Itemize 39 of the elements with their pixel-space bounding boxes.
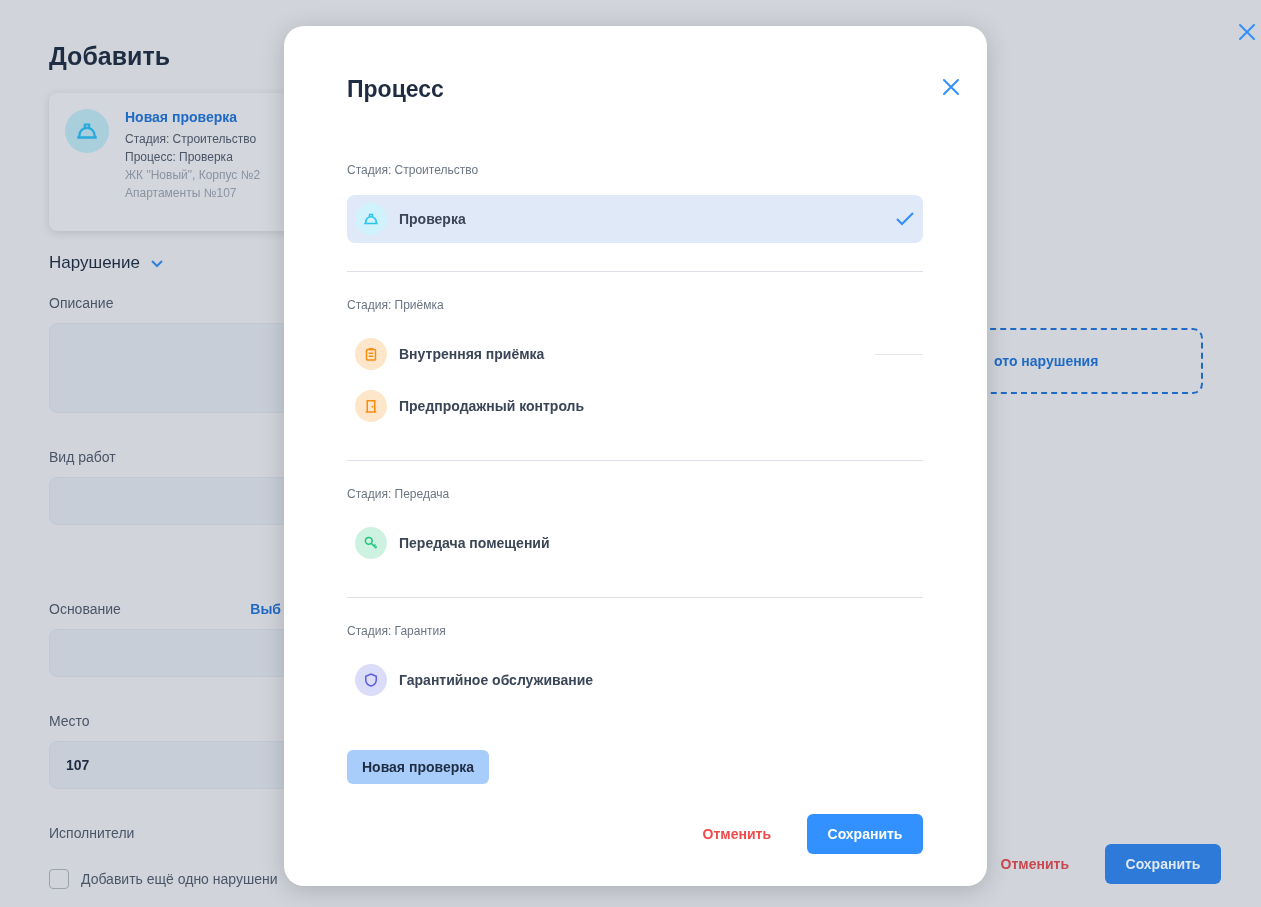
stage-label: Стадия: Приёмка <box>347 298 445 312</box>
field-label: Место <box>49 713 90 729</box>
checkbox[interactable] <box>49 869 69 889</box>
new-inspection-button[interactable]: Новая проверка <box>347 750 490 784</box>
process-option[interactable]: Внутренняя приёмка <box>347 330 923 378</box>
dialog-title: Процесс <box>347 76 445 103</box>
card-detail: Процесс: Проверка <box>125 150 234 164</box>
field-label: Исполнители <box>49 825 135 841</box>
stage-label: Стадия: Гарантия <box>347 624 447 638</box>
stage-label: Стадия: Строительство <box>347 163 480 177</box>
process-option[interactable]: Гарантийное обслуживание <box>347 656 923 704</box>
card-detail: Стадия: Строительство <box>125 132 258 146</box>
process-option[interactable]: Предпродажный контроль <box>347 382 923 430</box>
clipboard-icon <box>355 338 387 370</box>
stage-label: Стадия: Передача <box>347 487 451 501</box>
helmet-icon <box>65 109 109 153</box>
close-button[interactable] <box>1237 22 1257 42</box>
dialog-close-button[interactable] <box>941 77 961 97</box>
card-detail: Апартаменты №107 <box>125 186 238 200</box>
add-another-label[interactable]: Добавить ещё одно нарушени <box>49 869 281 889</box>
close-icon <box>941 77 961 97</box>
key-icon <box>355 527 387 559</box>
card-title: Новая проверка <box>125 109 239 125</box>
section-toggle[interactable]: Нарушение <box>49 253 164 273</box>
field-label: Вид работ <box>49 449 116 465</box>
check-icon <box>895 211 915 227</box>
field-label: Основание <box>49 601 121 617</box>
door-icon <box>355 390 387 422</box>
process-option[interactable]: Проверка <box>347 195 923 243</box>
chevron-icon <box>149 258 164 268</box>
page-title: Добавить <box>49 42 172 71</box>
field-label: Описание <box>49 295 114 311</box>
select-link[interactable]: Выб <box>250 601 281 617</box>
process-option[interactable]: Передача помещений <box>347 519 923 567</box>
shield-icon <box>355 664 387 696</box>
card-detail: ЖК "Новый", Корпус №2 <box>125 168 261 182</box>
close-icon <box>1237 22 1257 42</box>
helmet-icon <box>355 203 387 235</box>
dialog-cancel-button[interactable]: Отменить <box>702 826 771 842</box>
